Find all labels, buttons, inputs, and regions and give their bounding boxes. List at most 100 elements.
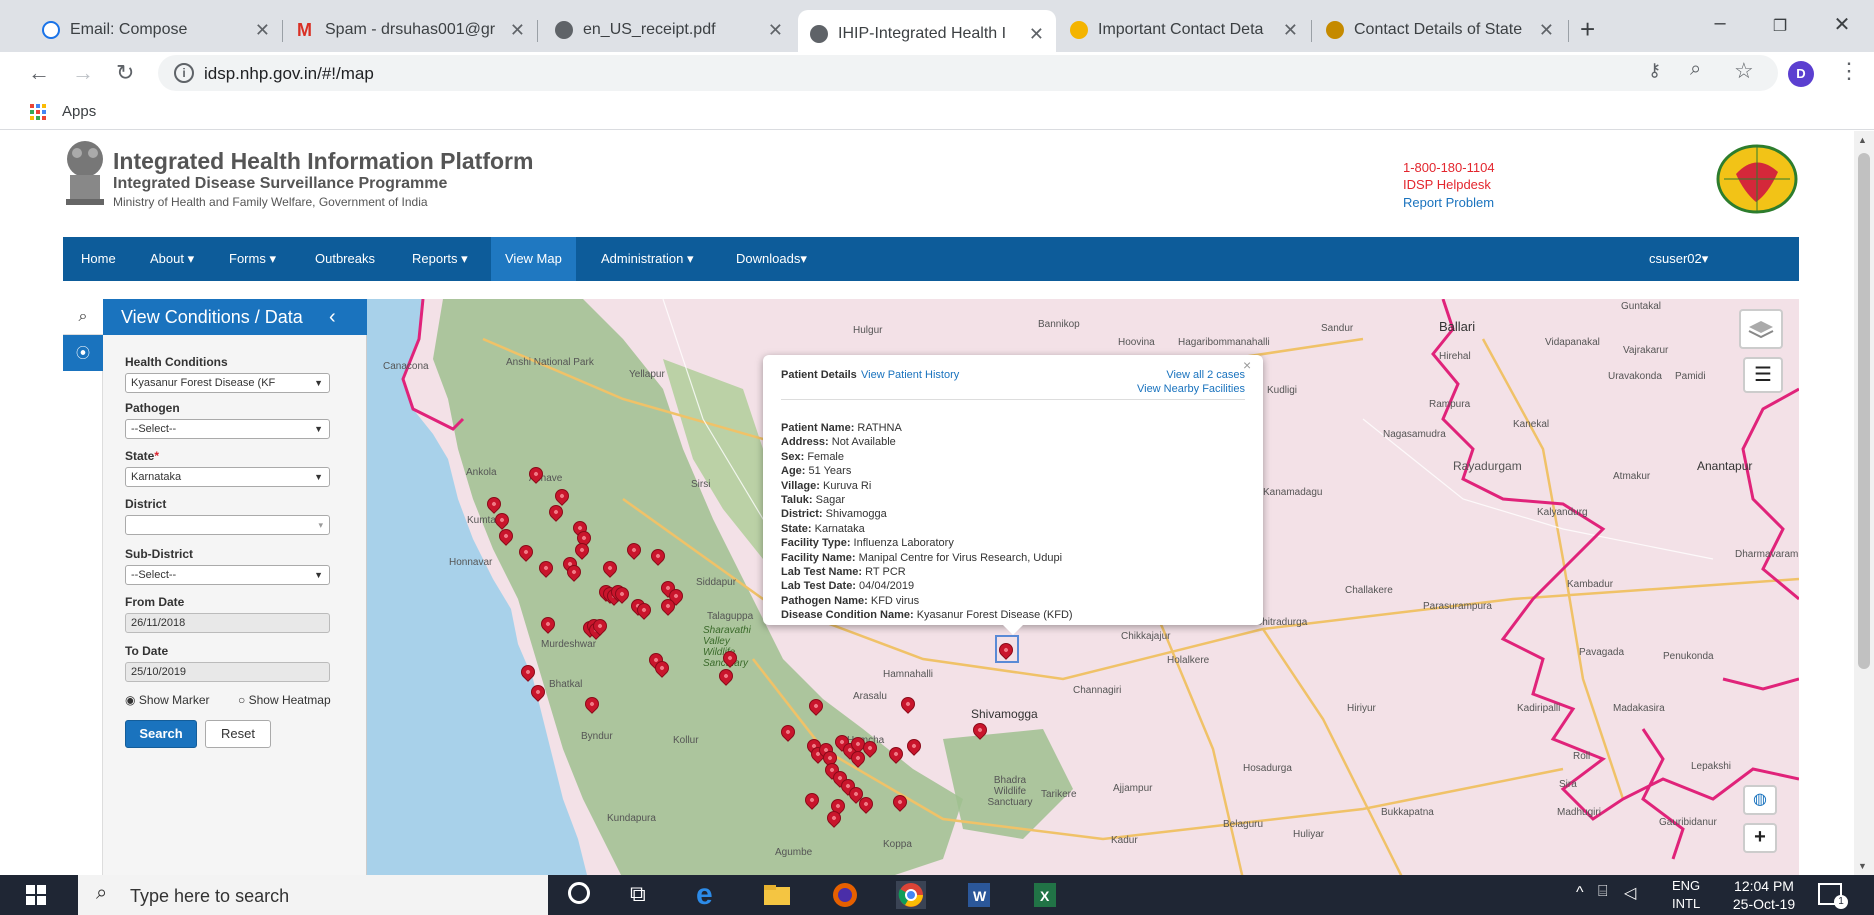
scrollbar-thumb[interactable]	[1858, 153, 1870, 669]
edge-icon[interactable]: e	[696, 880, 726, 910]
close-tab-icon[interactable]: ✕	[768, 20, 783, 41]
window-close-icon[interactable]: ✕	[1822, 12, 1862, 37]
firefox-icon[interactable]	[830, 881, 860, 909]
required-asterisk: *	[154, 449, 160, 463]
district-select[interactable]: ▾	[125, 515, 330, 535]
close-tab-icon[interactable]: ✕	[1029, 24, 1044, 45]
profile-avatar[interactable]: D	[1788, 61, 1814, 87]
nav-administration[interactable]: Administration ▾	[591, 237, 704, 281]
network-icon[interactable]: ⌸	[1598, 883, 1608, 901]
tab-spam[interactable]: M Spam - drsuhas001@gr ✕	[285, 10, 537, 50]
nav-user-menu[interactable]: csuser02▾	[1639, 237, 1718, 281]
map-label: Bhatkal	[549, 679, 583, 690]
url-text[interactable]: idsp.nhp.gov.in/#!/map	[204, 64, 374, 84]
pathogen-select[interactable]: --Select-- ▼	[125, 419, 330, 439]
collapse-chevron-icon[interactable]: ‹	[329, 299, 336, 335]
windows-start-icon[interactable]	[26, 885, 46, 910]
apps-grid-icon[interactable]	[30, 104, 46, 120]
view-patient-history-link[interactable]: View Patient History	[861, 369, 959, 381]
tab-receipt-pdf[interactable]: en_US_receipt.pdf ✕	[543, 10, 795, 50]
zoom-in-button[interactable]: +	[1743, 823, 1777, 853]
close-tab-icon[interactable]: ✕	[1539, 20, 1554, 41]
nav-view-map[interactable]: View Map	[491, 237, 576, 281]
chrome-icon[interactable]	[896, 881, 926, 909]
forward-icon[interactable]: →	[72, 60, 94, 86]
close-tab-icon[interactable]: ✕	[510, 20, 525, 41]
task-view-icon[interactable]: ⧉	[630, 881, 646, 907]
map-label: Pavagada	[1579, 647, 1625, 658]
map-label: Holalkere	[1167, 655, 1210, 666]
restore-icon[interactable]: ❐	[1760, 16, 1800, 36]
key-icon[interactable]: ⚷	[1648, 60, 1661, 81]
clock-time[interactable]: 12:04 PM	[1724, 878, 1804, 894]
map-label: Hagaribommanahalli	[1178, 337, 1270, 348]
nav-forms[interactable]: Forms ▾	[219, 237, 286, 281]
layers-button[interactable]	[1739, 309, 1783, 349]
reload-icon[interactable]: ↻	[116, 60, 134, 86]
search-button[interactable]: Search	[125, 720, 197, 748]
cortana-icon[interactable]	[568, 882, 590, 904]
field-age: Age: 51 Years	[781, 465, 852, 478]
state-select[interactable]: Karnataka ▼	[125, 467, 330, 487]
nav-about[interactable]: About ▾	[140, 237, 204, 281]
to-date-input[interactable]: 25/10/2019	[125, 662, 330, 682]
show-heatmap-radio[interactable]: ○ Show Heatmap	[238, 693, 331, 707]
system-tray-chevron-icon[interactable]: ^	[1576, 884, 1584, 902]
info-icon[interactable]: i	[174, 63, 194, 83]
file-explorer-icon[interactable]	[762, 881, 792, 909]
map-view[interactable]: Hulgur Bannikop Hoovina Hagaribommanahal…	[63, 299, 1799, 875]
legend-list-button[interactable]: ☰	[1743, 357, 1783, 393]
nav-about-label: About	[150, 251, 184, 266]
report-problem-link[interactable]: Report Problem	[1403, 195, 1494, 210]
from-date-input[interactable]: 26/11/2018	[125, 613, 330, 633]
close-tab-icon[interactable]: ✕	[1283, 20, 1298, 41]
back-icon[interactable]: ←	[28, 60, 50, 86]
sub-district-select[interactable]: --Select-- ▼	[125, 565, 330, 585]
browser-toolbar: ← → ↻ i idsp.nhp.gov.in/#!/map ⚷ ⌕ ☆ D ⋮	[0, 52, 1874, 94]
word-icon[interactable]: W	[964, 881, 994, 909]
map-label: Kadiripalli	[1517, 703, 1561, 714]
tab-contact-state[interactable]: Contact Details of State ✕	[1314, 10, 1566, 50]
star-icon[interactable]: ☆	[1734, 58, 1754, 84]
close-tab-icon[interactable]: ✕	[255, 20, 270, 41]
web-page: Integrated Health Information Platform I…	[0, 131, 1854, 875]
map-label: Uravakonda	[1608, 371, 1662, 382]
view-nearby-facilities-link[interactable]: View Nearby Facilities	[1137, 383, 1245, 395]
tab-important-contact[interactable]: Important Contact Deta ✕	[1058, 10, 1310, 50]
tab-email-compose[interactable]: Email: Compose ✕	[30, 10, 282, 50]
new-tab-button[interactable]: +	[1580, 14, 1595, 45]
volume-icon[interactable]: ◁	[1624, 883, 1636, 903]
taskbar-search-box[interactable]: ⌕ Type here to search	[78, 875, 548, 915]
page-scrollbar[interactable]: ▲ ▼	[1854, 131, 1874, 875]
map-label: Sira	[1559, 779, 1577, 790]
address-bar[interactable]: i idsp.nhp.gov.in/#!/map	[158, 55, 1778, 91]
map-label: Tarikere	[1041, 789, 1077, 800]
search-icon[interactable]: ⌕	[63, 299, 103, 335]
health-conditions-select[interactable]: Kyasanur Forest Disease (KF ▼	[125, 373, 330, 393]
side-panel-title: View Conditions / Data	[121, 307, 303, 327]
nav-outbreaks[interactable]: Outbreaks	[305, 237, 385, 281]
reset-button[interactable]: Reset	[205, 720, 271, 748]
excel-icon[interactable]: X	[1030, 881, 1060, 909]
minimize-icon[interactable]: –	[1700, 12, 1740, 35]
zoom-icon[interactable]: ⌕	[1690, 58, 1701, 81]
map-label: Lepakshi	[1691, 761, 1732, 772]
scroll-up-icon[interactable]: ▲	[1858, 135, 1867, 145]
menu-kebab-icon[interactable]: ⋮	[1838, 58, 1860, 84]
nav-downloads[interactable]: Downloads▾	[726, 237, 817, 281]
map-label: Challakere	[1345, 585, 1393, 596]
clock-date[interactable]: 25-Oct-19	[1724, 896, 1804, 912]
nav-reports[interactable]: Reports ▾	[402, 237, 478, 281]
location-pin-icon[interactable]: ⦿	[63, 335, 103, 371]
show-marker-radio[interactable]: ◉ Show Marker	[125, 693, 210, 707]
nav-home[interactable]: Home	[71, 237, 126, 281]
globe-button[interactable]: ◍	[1743, 785, 1777, 815]
scroll-down-icon[interactable]: ▼	[1858, 861, 1867, 871]
idsp-helpdesk-link[interactable]: IDSP Helpdesk	[1403, 177, 1491, 192]
apps-bookmark[interactable]: Apps	[62, 103, 96, 120]
field-lab-test-date: Lab Test Date: 04/04/2019	[781, 580, 915, 593]
tab-ihip-active[interactable]: IHIP-Integrated Health I ✕	[798, 10, 1056, 58]
view-all-cases-link[interactable]: View all 2 cases	[1166, 369, 1245, 381]
keyboard-layout-indicator[interactable]: INTL	[1672, 896, 1700, 911]
language-indicator[interactable]: ENG	[1672, 878, 1700, 893]
